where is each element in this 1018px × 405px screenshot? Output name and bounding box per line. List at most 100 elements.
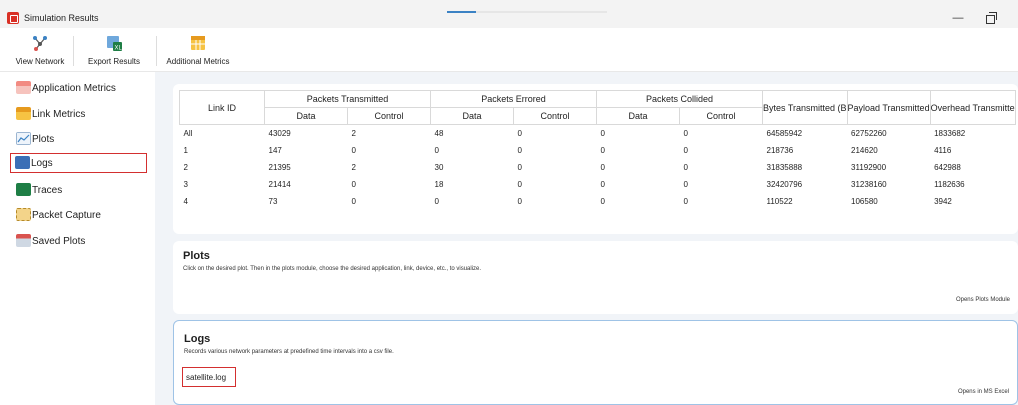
cell-overhead-transmitted: 1833682 [934, 128, 966, 138]
results-content: Link ID Packets Transmitted Packets Erro… [155, 72, 1018, 405]
plots-panel-title: Plots [183, 250, 210, 262]
sidebar-item-logs[interactable]: Logs [10, 153, 147, 173]
column-header-link-id[interactable]: Link ID [179, 90, 265, 125]
saved-plots-icon [16, 234, 31, 247]
table-row[interactable]: 1 147 0 0 0 0 0 218736 214620 4116 [180, 142, 1016, 159]
window-title: Simulation Results [24, 13, 99, 23]
title-bar: Simulation Results — [0, 0, 1018, 28]
cell-errored-data: 48 [434, 128, 444, 138]
packet-capture-icon [16, 208, 31, 221]
cell-link-id: 4 [183, 196, 188, 206]
cell-payload-transmitted: 106580 [851, 196, 878, 206]
plots-panel-footer: Opens Plots Module [955, 297, 1010, 303]
column-header-collided-control[interactable]: Control [679, 107, 763, 125]
column-header-payload-transmitted[interactable]: Payload Transmitted [846, 90, 931, 125]
sidebar-item-link-metrics[interactable]: Link Metrics [10, 104, 147, 124]
sidebar-item-label: Application Metrics [32, 83, 116, 94]
logs-panel-footer: Opens in MS Excel [957, 389, 1009, 395]
cell-transmitted-control: 0 [351, 196, 356, 206]
cell-collided-data: 0 [600, 145, 605, 155]
cell-errored-control: 0 [517, 145, 522, 155]
cell-errored-control: 0 [517, 179, 522, 189]
column-header-transmitted-data[interactable]: Data [264, 107, 348, 125]
cell-collided-control: 0 [683, 162, 688, 172]
cell-link-id: 2 [183, 162, 188, 172]
column-header-collided-data[interactable]: Data [596, 107, 680, 125]
table-row[interactable]: All 43029 2 48 0 0 0 64585942 62752260 1… [180, 125, 1016, 142]
column-group-packets-transmitted: Packets Transmitted [264, 90, 431, 108]
sidebar-item-saved-plots[interactable]: Saved Plots [10, 231, 147, 251]
view-network-button[interactable]: View Network [10, 32, 70, 70]
logs-panel: Logs Records various network parameters … [173, 320, 1018, 405]
cell-transmitted-data: 43029 [268, 128, 291, 138]
cell-collided-data: 0 [600, 179, 605, 189]
column-header-errored-control[interactable]: Control [513, 107, 597, 125]
sidebar-item-label: Logs [31, 158, 53, 169]
cell-collided-data: 0 [600, 196, 605, 206]
excel-icon: XL [107, 36, 123, 52]
cell-bytes-transmitted: 64585942 [766, 128, 803, 138]
cell-payload-transmitted: 62752260 [851, 128, 887, 138]
additional-metrics-button[interactable]: Additional Metrics [162, 32, 234, 70]
sidebar-item-traces[interactable]: Traces [10, 180, 147, 200]
cell-overhead-transmitted: 3942 [934, 196, 952, 206]
cell-bytes-transmitted: 110522 [766, 196, 793, 206]
sidebar-item-application-metrics[interactable]: Application Metrics [10, 78, 147, 98]
table-row[interactable]: 2 21395 2 30 0 0 0 31835888 31192900 642… [180, 159, 1016, 176]
plots-panel[interactable]: Plots Click on the desired plot. Then in… [173, 241, 1018, 314]
log-file-item[interactable]: satellite.log [182, 367, 236, 387]
cell-errored-control: 0 [517, 128, 522, 138]
logs-panel-description: Records various network parameters at pr… [184, 349, 394, 355]
sidebar: Application Metrics Link Metrics Plots L… [0, 72, 155, 405]
cell-collided-data: 0 [600, 128, 605, 138]
sidebar-item-label: Saved Plots [32, 236, 86, 247]
minimize-button[interactable]: — [951, 12, 965, 24]
column-group-packets-collided: Packets Collided [596, 90, 763, 108]
cell-transmitted-data: 73 [268, 196, 278, 206]
cell-bytes-transmitted: 218736 [766, 145, 794, 155]
loading-progress-bar [447, 11, 607, 13]
column-header-overhead-transmitted[interactable]: Overhead Transmitte [929, 90, 1016, 125]
loading-progress-fill [447, 11, 476, 13]
toolbar-divider [156, 36, 157, 66]
sidebar-item-label: Plots [32, 134, 55, 145]
cell-link-id: 3 [183, 179, 188, 189]
cell-overhead-transmitted: 1182636 [934, 179, 965, 189]
table-row[interactable]: 4 73 0 0 0 0 0 110522 106580 3942 [180, 193, 1016, 210]
column-group-packets-errored: Packets Errored [430, 90, 597, 108]
toolbar: View Network XL Export Results Additiona… [0, 28, 1018, 72]
cell-collided-control: 0 [683, 128, 688, 138]
logs-panel-title: Logs [184, 333, 211, 345]
traces-icon [16, 183, 31, 196]
column-header-bytes-transmitted[interactable]: Bytes Transmitted (B [762, 90, 848, 125]
cell-transmitted-control: 2 [351, 162, 356, 172]
link-metrics-table-panel: Link ID Packets Transmitted Packets Erro… [173, 84, 1018, 234]
link-metrics-table: Link ID Packets Transmitted Packets Erro… [179, 90, 1016, 210]
plots-icon [16, 132, 31, 145]
cell-transmitted-data: 147 [268, 145, 282, 155]
cell-collided-data: 0 [600, 162, 605, 172]
cell-transmitted-data: 21414 [268, 179, 291, 189]
cell-transmitted-data: 21395 [268, 162, 291, 172]
column-header-errored-data[interactable]: Data [430, 107, 514, 125]
toolbar-divider [73, 36, 74, 66]
cell-payload-transmitted: 214620 [851, 145, 878, 155]
additional-metrics-label: Additional Metrics [166, 57, 230, 66]
cell-collided-control: 0 [683, 145, 688, 155]
cell-transmitted-control: 0 [351, 179, 356, 189]
cell-link-id: All [183, 128, 193, 138]
sidebar-item-packet-capture[interactable]: Packet Capture [10, 205, 147, 225]
app-icon [7, 12, 19, 24]
restore-button[interactable] [984, 11, 998, 25]
export-results-button[interactable]: XL Export Results [78, 32, 150, 70]
cell-payload-transmitted: 31238160 [851, 179, 887, 189]
svg-text:XL: XL [115, 46, 123, 52]
cell-overhead-transmitted: 4116 [934, 145, 952, 155]
cell-errored-data: 18 [434, 179, 444, 189]
log-file-name: satellite.log [186, 373, 227, 382]
column-header-transmitted-control[interactable]: Control [347, 107, 431, 125]
table-row[interactable]: 3 21414 0 18 0 0 0 32420796 31238160 118… [180, 176, 1016, 193]
cell-transmitted-control: 2 [351, 128, 356, 138]
sidebar-item-plots[interactable]: Plots [10, 129, 147, 149]
sidebar-item-label: Link Metrics [32, 109, 86, 120]
